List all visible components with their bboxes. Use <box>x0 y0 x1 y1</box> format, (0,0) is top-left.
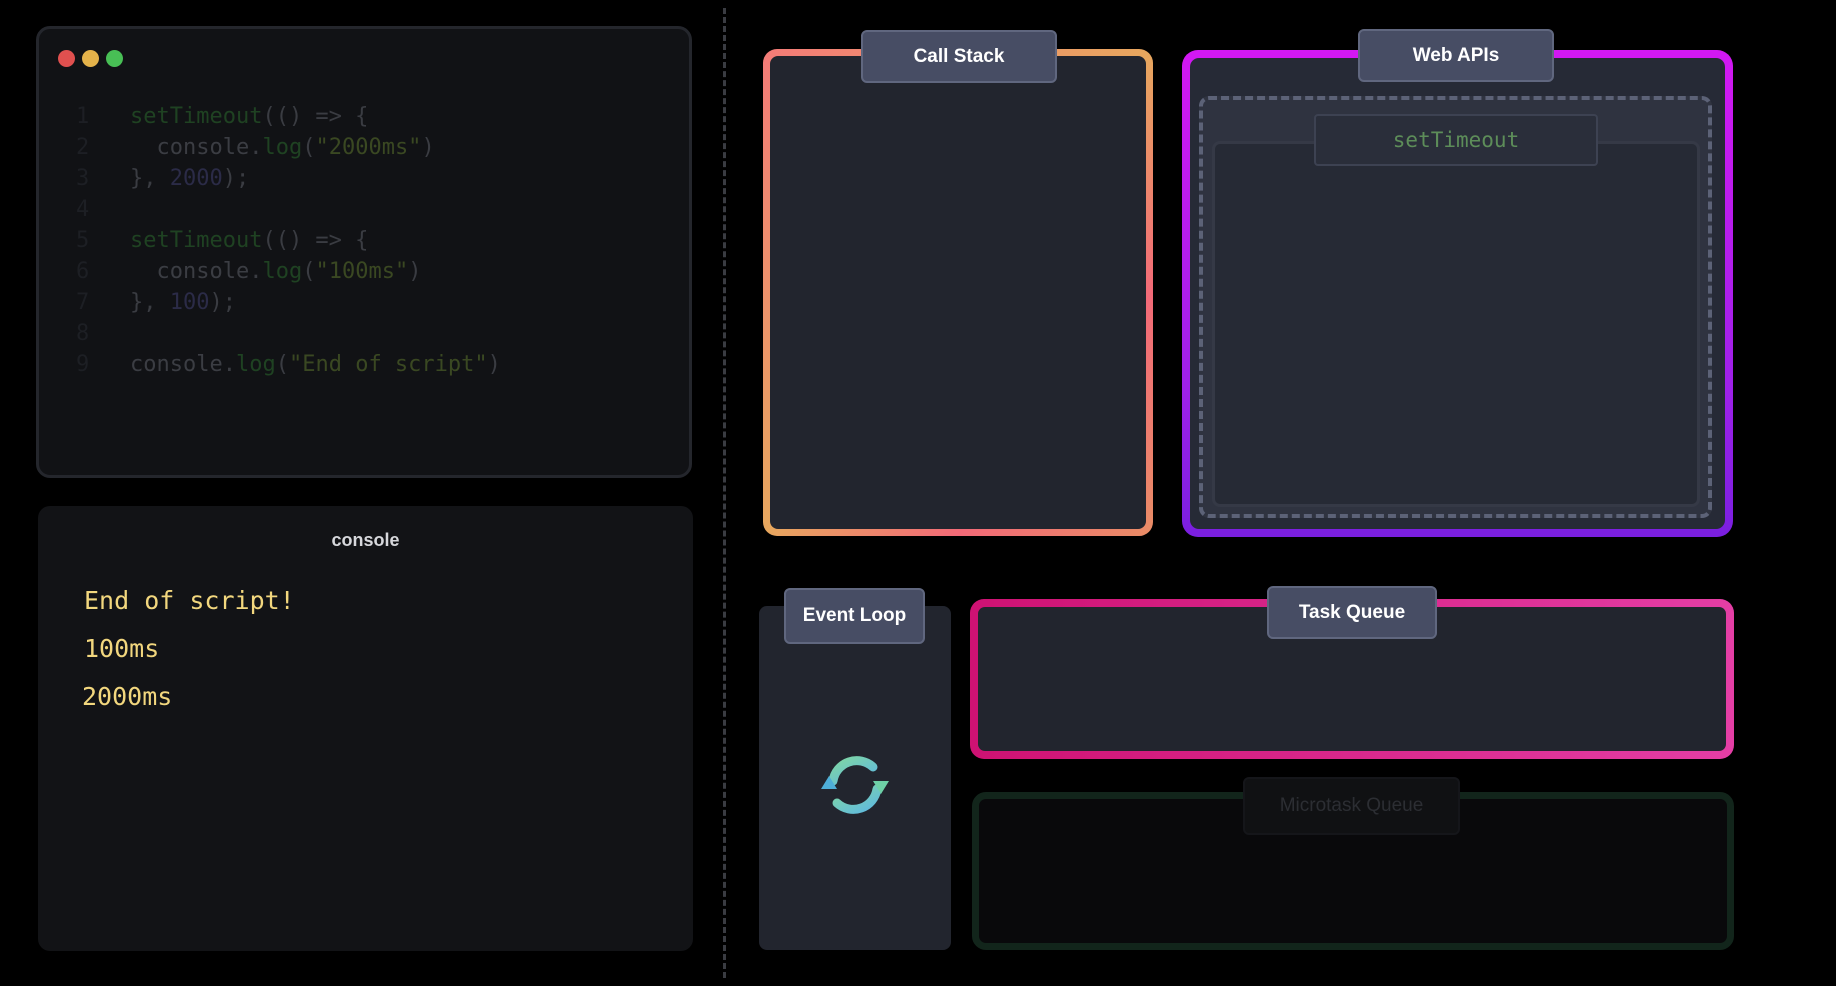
line-code: console.log("End of script") <box>130 352 501 377</box>
set-timeout-box <box>1212 141 1700 507</box>
line-number: 8 <box>76 321 90 346</box>
line-code: }, 100); <box>130 290 236 315</box>
line-number: 4 <box>76 197 90 222</box>
call-stack-box <box>763 49 1153 536</box>
event-loop-label: Event Loop <box>784 588 925 644</box>
console-panel: console End of script! 100ms 2000ms <box>38 506 693 951</box>
web-apis-label: Web APIs <box>1358 29 1554 82</box>
console-output-line: 100ms <box>84 634 160 663</box>
line-number: 9 <box>76 352 90 377</box>
call-stack-area <box>770 56 1146 529</box>
line-code: }, 2000); <box>130 166 250 191</box>
window-close-dot <box>58 50 75 67</box>
line-number: 6 <box>76 259 90 284</box>
window-maximize-dot <box>106 50 123 67</box>
console-output-line: End of script! <box>84 586 295 615</box>
code-editor: 1 setTimeout(() => { 2 console.log("2000ms… <box>36 26 692 478</box>
line-code: console.log("2000ms") <box>156 135 435 160</box>
call-stack-label: Call Stack <box>861 30 1057 83</box>
window-minimize-dot <box>82 50 99 67</box>
microtask-queue-label: Microtask Queue <box>1243 777 1460 835</box>
line-number: 2 <box>76 135 90 160</box>
line-number: 1 <box>76 104 90 129</box>
console-title: console <box>331 530 400 550</box>
set-timeout-label: setTimeout <box>1314 114 1598 166</box>
task-queue-label: Task Queue <box>1267 586 1437 639</box>
line-code: setTimeout(() => { <box>130 228 369 253</box>
section-divider <box>723 8 726 978</box>
line-code: console.log("100ms") <box>156 259 422 284</box>
line-number: 7 <box>76 290 90 315</box>
line-number: 3 <box>76 166 90 191</box>
line-number: 5 <box>76 228 90 253</box>
line-code: setTimeout(() => { <box>130 104 369 129</box>
refresh-icon <box>821 756 889 814</box>
console-output-line: 2000ms <box>82 682 173 711</box>
